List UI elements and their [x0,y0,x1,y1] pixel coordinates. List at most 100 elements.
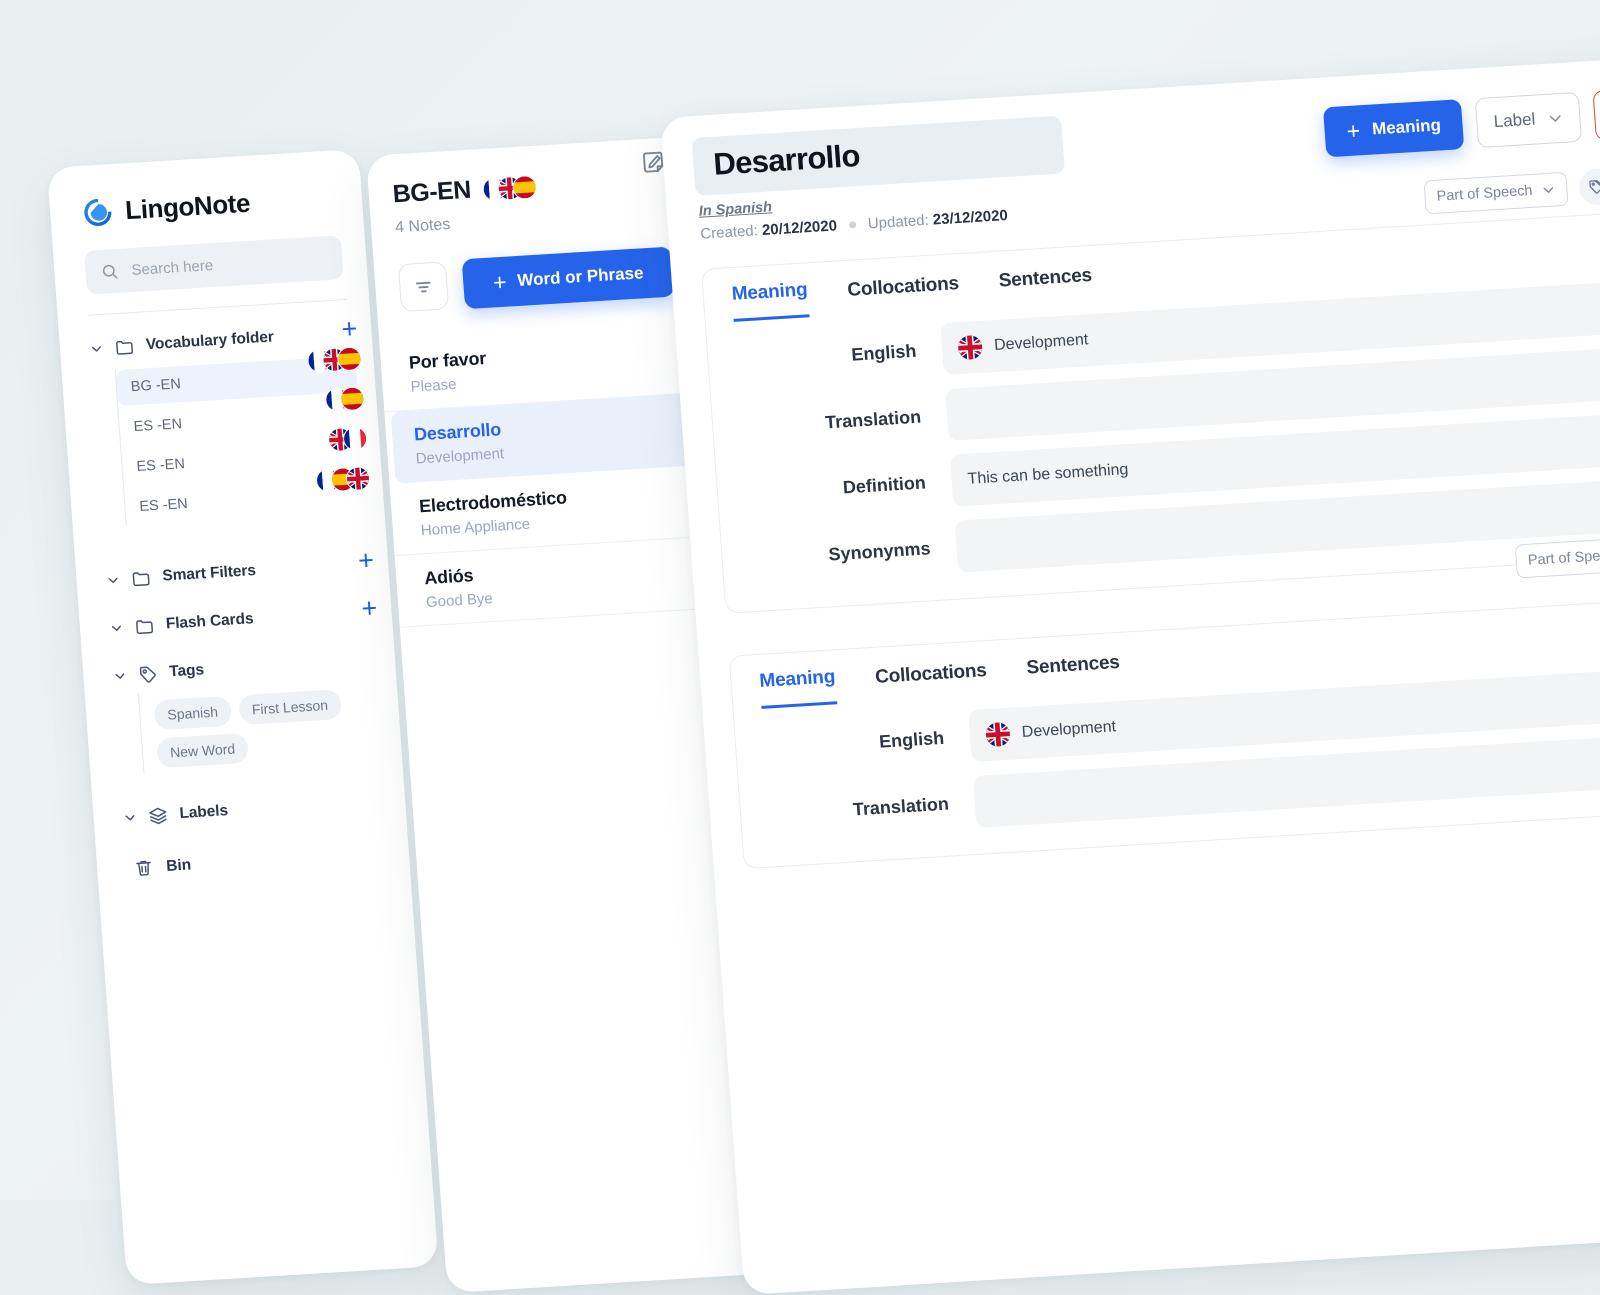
sidebar-group-label: Smart Filters [162,562,257,586]
chevron-down-icon[interactable] [113,669,127,683]
created-prefix: Created: [700,222,759,242]
chevron-down-icon[interactable] [90,341,104,355]
sidebar-group-flash-cards: Flash Cards + [79,592,393,649]
search-box[interactable] [84,235,344,295]
tag-icon [137,663,159,685]
sidebar-group-label: Labels [179,802,229,823]
search-input[interactable] [129,248,333,279]
flag-group [482,174,538,201]
brand: LingoNote [47,149,363,231]
chevron-down-icon[interactable] [110,621,124,635]
vocabulary-item-list: BG -EN ES -EN ES -EN [115,356,367,526]
updated-date: 23/12/2020 [932,207,1008,229]
sidebar-group-label: Vocabulary folder [145,328,274,354]
flag-es-icon [512,174,538,199]
add-vocabulary-folder-button[interactable]: + [341,315,359,343]
folder-icon [113,335,135,357]
tag-chip[interactable]: Spanish [153,696,232,731]
add-meaning-label: Meaning [1371,115,1441,139]
tag-chip[interactable]: First Lesson [238,689,342,725]
created-date: 20/12/2020 [761,217,837,239]
tab-collocations[interactable]: Collocations [874,660,988,702]
sidebar-group-tags: Tags Spanish First Lesson New Word [82,640,402,777]
tab-sentences[interactable]: Sentences [998,265,1094,306]
note-list-title: BG-EN [392,176,472,210]
note-list-header: BG-EN 4 Notes + Word or Phrase [366,136,697,314]
chevron-down-icon [1541,182,1556,197]
part-of-speech-bottom: Part of Speech [1515,536,1600,579]
note-list-actions: + Word or Phrase [398,247,675,314]
lingonote-logo-icon [82,196,115,229]
flag-group [327,426,368,452]
plus-icon: + [492,270,507,294]
flag-gb-icon [345,466,371,491]
language-pair-label: ES -EN [133,416,182,435]
sidebar-item-labels[interactable]: Labels [122,782,388,836]
sidebar-item-label: Bin [166,856,192,875]
add-smart-filter-button[interactable]: + [357,547,375,575]
flag-group [324,386,365,412]
tags-icon[interactable] [1578,168,1600,206]
sidebar-group-smart-filters: Smart Filters + [75,544,389,601]
delete-note-button[interactable] [1592,88,1600,141]
tab-meaning[interactable]: Meaning [759,666,837,709]
tab-collocations[interactable]: Collocations [847,273,961,315]
note-list: Por favor Please Desarrollo Development … [379,321,719,628]
field-value: This can be something [967,461,1129,489]
trash-icon [133,857,155,879]
updated-label: Updated: 23/12/2020 [867,207,1008,233]
note-count-label: 4 Notes [395,203,670,238]
flag-es-icon [337,346,363,371]
sidebar-item-smart-filters[interactable]: Smart Filters + [105,545,371,599]
part-of-speech-dropdown[interactable]: Part of Speech [1515,536,1600,579]
part-of-speech-value: Part of Speech [1436,183,1533,205]
field-label: Translation [768,792,975,826]
language-pair-label: BG -EN [130,376,181,395]
part-of-speech-top-row: Part of Speech [1423,168,1600,216]
field-label: English [764,726,971,760]
flag-es-icon [339,386,365,411]
note-list-title-row: BG-EN [392,164,668,210]
brand-name: LingoNote [124,188,251,227]
language-pair-label: ES -EN [139,496,188,515]
flag-fr-icon [342,426,368,451]
chevron-down-icon [1547,110,1564,127]
folder-icon [130,567,152,589]
field-label: Translation [741,405,948,439]
field-label: Definition [745,470,952,504]
label-dropdown[interactable]: Label [1475,92,1582,148]
tag-chip[interactable]: New Word [156,733,249,768]
flag-group [307,346,363,373]
tag-chip-list: Spanish First Lesson New Word [138,679,373,773]
search-icon [100,261,120,281]
sidebar-group-label: Flash Cards [165,610,254,633]
sidebar-item-flash-cards[interactable]: Flash Cards + [109,593,375,647]
plus-icon: + [1346,119,1361,143]
label-dropdown-value: Label [1493,110,1536,132]
app-root: LingoNote Vocabulary [0,0,1600,1200]
chevron-down-icon[interactable] [123,810,137,824]
chevron-down-icon[interactable] [106,573,120,587]
tab-meaning[interactable]: Meaning [731,279,809,322]
add-word-button-label: Word or Phrase [517,263,644,291]
field-value: Development [1021,718,1116,742]
separator-dot-icon [849,221,856,228]
add-word-or-phrase-button[interactable]: + Word or Phrase [462,247,675,310]
field-value: Development [994,331,1089,355]
part-of-speech-dropdown[interactable]: Part of Speech [1424,172,1569,215]
flag-gb-icon [985,722,1011,747]
sidebar-group-labels: Labels [92,781,406,838]
meaning-card: Meaning Collocations Sentences English D… [729,597,1600,869]
add-meaning-button[interactable]: + Meaning [1323,99,1465,157]
filter-icon[interactable] [398,261,449,312]
meaning-card: Meaning Collocations Sentences English D… [701,210,1600,614]
sidebar-group-label: Tags [169,661,205,681]
tab-sentences[interactable]: Sentences [1026,652,1122,693]
sidebar-item-bin[interactable]: Bin [96,833,410,881]
detail-panel: Desarrollo + Meaning Label [660,56,1600,1295]
flag-gb-icon [957,335,983,360]
add-flash-card-button[interactable]: + [361,595,379,623]
language-pair-label: ES -EN [136,456,185,475]
layers-icon [147,804,169,826]
field-label: Synonynms [750,536,957,570]
